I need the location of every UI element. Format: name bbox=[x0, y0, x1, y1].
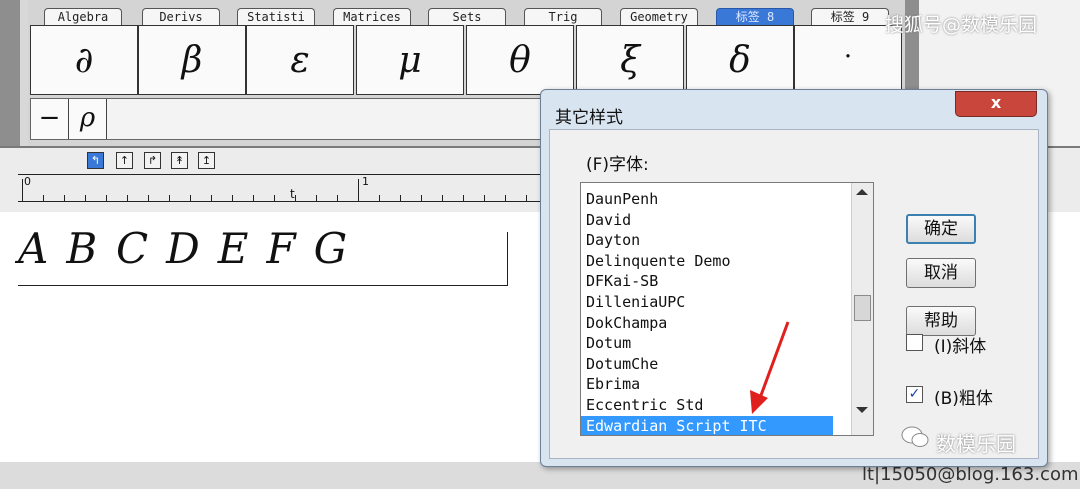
align-equals-button[interactable]: ↟ bbox=[171, 152, 188, 169]
ruler-tick bbox=[337, 195, 338, 201]
symbol-epsilon-button[interactable]: ε bbox=[246, 25, 354, 95]
ruler-tick bbox=[127, 195, 128, 201]
editor-cursor bbox=[507, 232, 508, 286]
scroll-down-icon[interactable] bbox=[856, 407, 868, 413]
font-listbox[interactable]: DaunPenh David Dayton Delinquente Demo DFKai… bbox=[580, 182, 874, 436]
ruler-tick bbox=[484, 195, 485, 201]
symbol-delta-button[interactable]: δ bbox=[686, 25, 794, 95]
watermark-url: lt|15050@blog.163.com bbox=[862, 464, 1079, 485]
close-button[interactable]: x bbox=[955, 91, 1037, 117]
font-list-item[interactable]: DFKai-SB bbox=[581, 271, 833, 291]
align-left-button[interactable]: ↰ bbox=[87, 152, 104, 169]
italic-label: (I)斜体 bbox=[934, 337, 987, 357]
ruler-tick bbox=[295, 195, 296, 201]
tab-sets[interactable]: Sets bbox=[428, 8, 506, 25]
cancel-button[interactable]: 取消 bbox=[906, 258, 976, 288]
symbol-mu-button[interactable]: μ bbox=[356, 25, 464, 95]
palette-left-border bbox=[0, 0, 20, 146]
italic-checkbox[interactable] bbox=[906, 334, 923, 351]
ruler-tick bbox=[526, 195, 527, 201]
ruler-label-1: 1 bbox=[362, 175, 369, 188]
close-icon: x bbox=[990, 93, 1002, 112]
ruler-tick bbox=[379, 195, 380, 201]
ruler-tick bbox=[400, 195, 401, 201]
ruler-tick bbox=[43, 195, 44, 201]
ruler-tick bbox=[22, 179, 23, 201]
font-list-item[interactable]: Dayton bbox=[581, 230, 833, 250]
ruler-tick bbox=[421, 195, 422, 201]
scroll-thumb[interactable] bbox=[854, 295, 871, 321]
symbol-theta-button[interactable]: θ bbox=[466, 25, 574, 95]
ruler-tick bbox=[253, 195, 254, 201]
ruler-tick bbox=[358, 179, 359, 201]
ruler-tick bbox=[463, 195, 464, 201]
ruler-tick bbox=[274, 195, 275, 201]
ruler-tick bbox=[85, 195, 86, 201]
ruler-tick bbox=[64, 195, 65, 201]
ruler-tick bbox=[106, 195, 107, 201]
watermark-bottom: 数模乐园 bbox=[936, 432, 1016, 456]
symbol-minus-button[interactable]: − bbox=[31, 99, 69, 139]
editor-baseline bbox=[18, 285, 508, 286]
bold-label: (B)粗体 bbox=[934, 389, 993, 409]
tab-label-8[interactable]: 标签 8 bbox=[716, 8, 794, 25]
symbol-partial-button[interactable]: ∂ bbox=[30, 25, 138, 95]
font-list-item[interactable]: DaunPenh bbox=[581, 189, 833, 209]
red-arrow-icon bbox=[750, 321, 790, 414]
wechat-icon bbox=[901, 426, 929, 447]
ruler-tick bbox=[169, 195, 170, 201]
symbol-row: ∂ β ε μ θ ξ δ · bbox=[30, 25, 905, 97]
font-list-scrollbar[interactable] bbox=[851, 183, 873, 435]
font-list-item[interactable]: Delinquente Demo bbox=[581, 251, 833, 271]
tab-algebra[interactable]: Algebra bbox=[44, 8, 122, 25]
tab-statistics[interactable]: Statisti bbox=[237, 8, 315, 25]
align-right-button[interactable]: ↱ bbox=[144, 152, 161, 169]
ruler-tick bbox=[148, 195, 149, 201]
symbol-rho-button[interactable]: ρ bbox=[69, 99, 107, 139]
dialog-title: 其它样式 bbox=[555, 108, 623, 128]
align-decimal-button[interactable]: ↥ bbox=[198, 152, 215, 169]
bold-checkbox[interactable]: ✓ bbox=[906, 386, 923, 403]
ruler-label-0: 0 bbox=[24, 175, 31, 188]
palette-left-edge bbox=[20, 0, 28, 146]
font-label: (F)字体: bbox=[586, 155, 649, 175]
symbol-xi-button[interactable]: ξ bbox=[576, 25, 684, 95]
font-list-item[interactable]: DilleniaUPC bbox=[581, 292, 833, 312]
scroll-up-icon[interactable] bbox=[856, 189, 868, 195]
editor-content[interactable]: ABCDEFG bbox=[18, 224, 508, 284]
ruler-tick bbox=[190, 195, 191, 201]
tab-label-9[interactable]: 标签 9 bbox=[811, 8, 889, 25]
tab-derivs[interactable]: Derivs bbox=[142, 8, 220, 25]
tab-trig[interactable]: Trig bbox=[524, 8, 602, 25]
ruler-tab-marker[interactable]: t bbox=[290, 187, 295, 201]
tab-matrices[interactable]: Matrices bbox=[333, 8, 411, 25]
ruler-tick bbox=[316, 195, 317, 201]
tab-geometry[interactable]: Geometry bbox=[620, 8, 698, 25]
font-list-item[interactable]: David bbox=[581, 210, 833, 230]
ok-button[interactable]: 确定 bbox=[906, 214, 976, 244]
ruler-tick bbox=[442, 195, 443, 201]
watermark-top: 搜狐号@数模乐园 bbox=[885, 14, 1038, 36]
symbol-beta-button[interactable]: β bbox=[138, 25, 246, 95]
ruler[interactable]: 0 1 t bbox=[18, 174, 543, 202]
ruler-tick bbox=[505, 195, 506, 201]
ruler-tick bbox=[232, 195, 233, 201]
ruler-tick bbox=[211, 195, 212, 201]
font-list-item[interactable]: Edwardian Script ITC bbox=[581, 415, 833, 435]
align-center-button[interactable]: ↑ bbox=[116, 152, 133, 169]
